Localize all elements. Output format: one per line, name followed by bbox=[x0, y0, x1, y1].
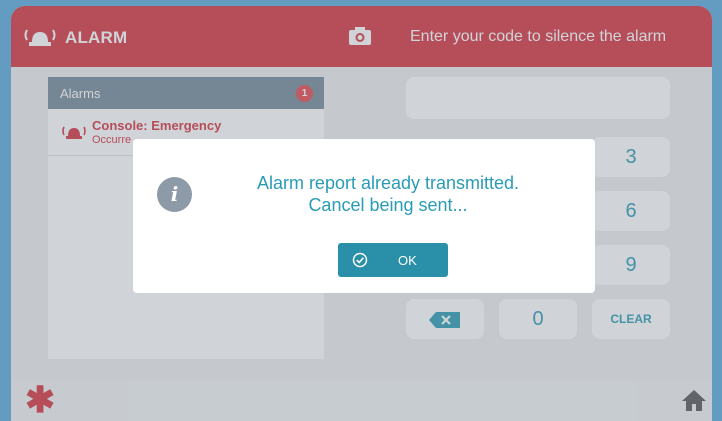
info-icon: i bbox=[157, 177, 192, 212]
info-dialog: i Alarm report already transmitted. Canc… bbox=[133, 139, 595, 293]
dialog-message-line1: Alarm report already transmitted. bbox=[256, 173, 520, 193]
ok-button[interactable]: OK bbox=[338, 243, 448, 277]
ok-button-label: OK bbox=[398, 253, 417, 268]
check-circle-icon bbox=[352, 252, 368, 273]
dialog-message-line2: Cancel being sent... bbox=[308, 195, 468, 215]
